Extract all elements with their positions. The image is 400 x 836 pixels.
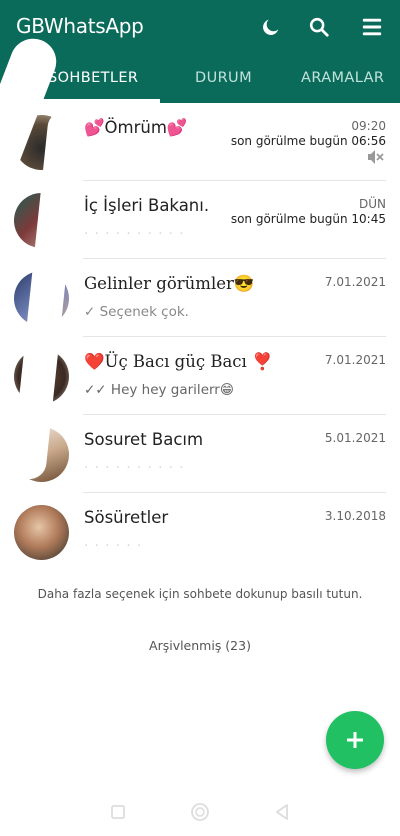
chat-name: 💕Ömrüm💕 [84, 118, 188, 137]
chat-time: 09:20 [351, 119, 386, 133]
last-seen: son görülme bugün 10:45 [230, 212, 386, 226]
blurred-preview: · · · · · · · · · · [84, 226, 185, 242]
chat-row[interactable]: ❤️Üç Bacı güç Bacı ❣️ 7.01.2021 ✓✓ Hey h… [0, 337, 400, 415]
menu-icon[interactable] [359, 14, 385, 40]
blurred-preview: · · · · · · [84, 538, 143, 554]
chat-name: Gelinler görümler😎 [84, 274, 255, 293]
chat-name: Sösüretler [84, 508, 169, 527]
long-press-hint: Daha fazla seçenek için sohbete dokunup … [37, 587, 363, 601]
app-title: GBWhatsApp [16, 14, 144, 38]
system-nav-bar [0, 786, 400, 836]
recent-apps-icon[interactable] [108, 802, 128, 822]
chat-time: 7.01.2021 [324, 275, 386, 289]
chat-time: 3.10.2018 [324, 509, 386, 523]
tab-calls[interactable]: ARAMALAR [301, 70, 384, 86]
moon-icon[interactable] [258, 14, 284, 40]
chat-time: DÜN [359, 197, 386, 211]
tab-bar: SOHBETLER DURUM ARAMALAR [0, 62, 400, 103]
chat-row[interactable]: Sösüretler 3.10.2018 · · · · · · [0, 493, 400, 571]
tab-chats[interactable]: SOHBETLER [48, 70, 138, 86]
last-seen: son görülme bugün 06:56 [230, 134, 386, 148]
app-bar: GBWhatsApp SOHBETLER DURUM ARAMALAR [0, 0, 400, 103]
mute-icon [366, 149, 384, 165]
new-chat-button[interactable] [326, 711, 384, 769]
home-icon[interactable] [190, 802, 210, 822]
blurred-preview: · · · · · · · · · · [84, 460, 185, 476]
chat-name: ❤️Üç Bacı güç Bacı ❣️ [84, 352, 273, 371]
chat-time: 5.01.2021 [324, 431, 386, 445]
chat-time: 7.01.2021 [324, 353, 386, 367]
back-icon[interactable] [272, 802, 292, 822]
avatar [14, 505, 69, 560]
tab-status[interactable]: DURUM [195, 70, 252, 86]
chat-preview: ✓ Seçenek çok. [84, 304, 189, 320]
archived-chats-link[interactable]: Arşivlenmiş (23) [0, 638, 400, 653]
chat-row[interactable]: Sosuret Bacım 5.01.2021 · · · · · · · · … [0, 415, 400, 493]
search-icon[interactable] [306, 14, 332, 40]
chat-preview: ✓✓ Hey hey garilerr😁 [84, 382, 234, 398]
chat-name: İç İşleri Bakanı. [84, 196, 210, 215]
chat-name: Sosuret Bacım [84, 430, 204, 449]
plus-icon [347, 732, 363, 748]
